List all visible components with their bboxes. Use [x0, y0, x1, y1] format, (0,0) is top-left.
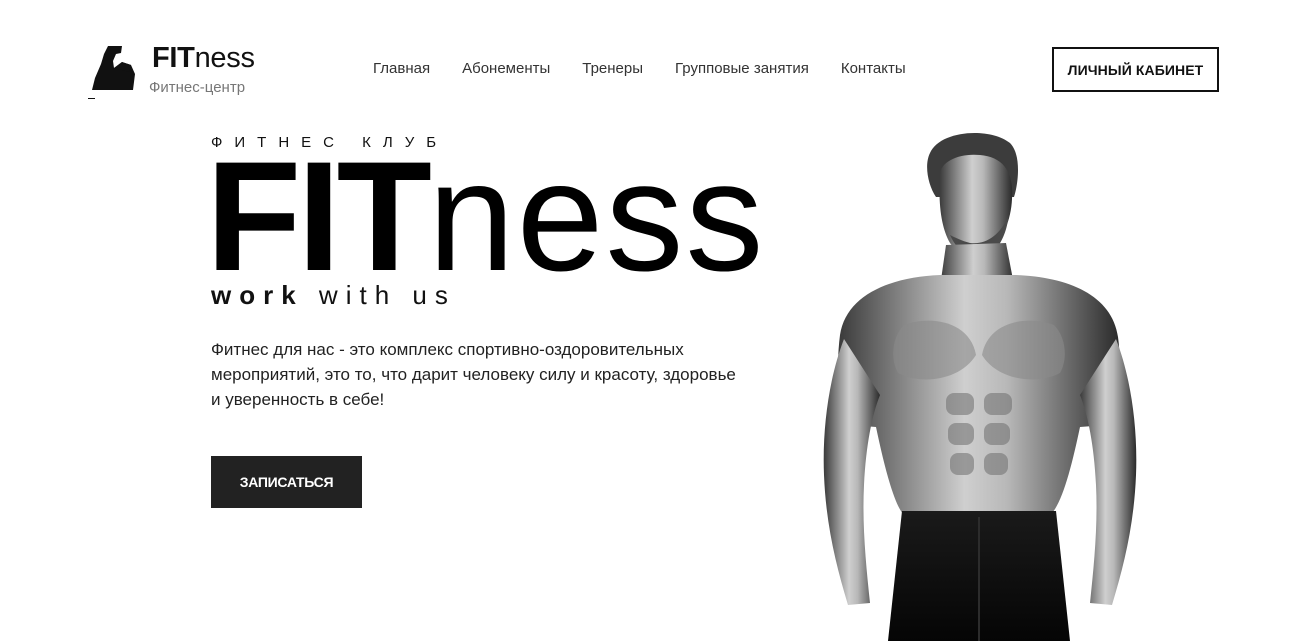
brand-light: ness [194, 42, 255, 74]
nav-item-contacts[interactable]: Контакты [841, 60, 906, 77]
flexed-arm-icon [92, 46, 135, 90]
hero-title-light: ness [427, 130, 766, 304]
brand-name: FITness [152, 42, 255, 74]
brand-subtitle: Фитнес-центр [149, 79, 246, 96]
personal-cabinet-button[interactable]: ЛИЧНЫЙ КАБИНЕТ [1052, 47, 1219, 92]
hero-title-bold: FIT [206, 130, 432, 304]
nav-item-home[interactable]: Главная [373, 60, 430, 77]
nav-item-group-classes[interactable]: Групповые занятия [675, 60, 809, 77]
hero-title: FITness [206, 139, 765, 295]
signup-button[interactable]: ЗАПИСАТЬСЯ [211, 456, 362, 508]
logo-underline [88, 98, 95, 99]
brand-bold: FIT [152, 42, 195, 74]
nav-item-memberships[interactable]: Абонементы [462, 60, 550, 77]
nav-item-trainers[interactable]: Тренеры [582, 60, 643, 77]
athlete-image [823, 132, 1137, 641]
site-logo[interactable]: FITness Фитнес-центр [88, 40, 278, 102]
main-nav: Главная Абонементы Тренеры Групповые зан… [373, 60, 906, 77]
hero-description: Фитнес для нас - это комплекс спортивно-… [211, 340, 736, 409]
